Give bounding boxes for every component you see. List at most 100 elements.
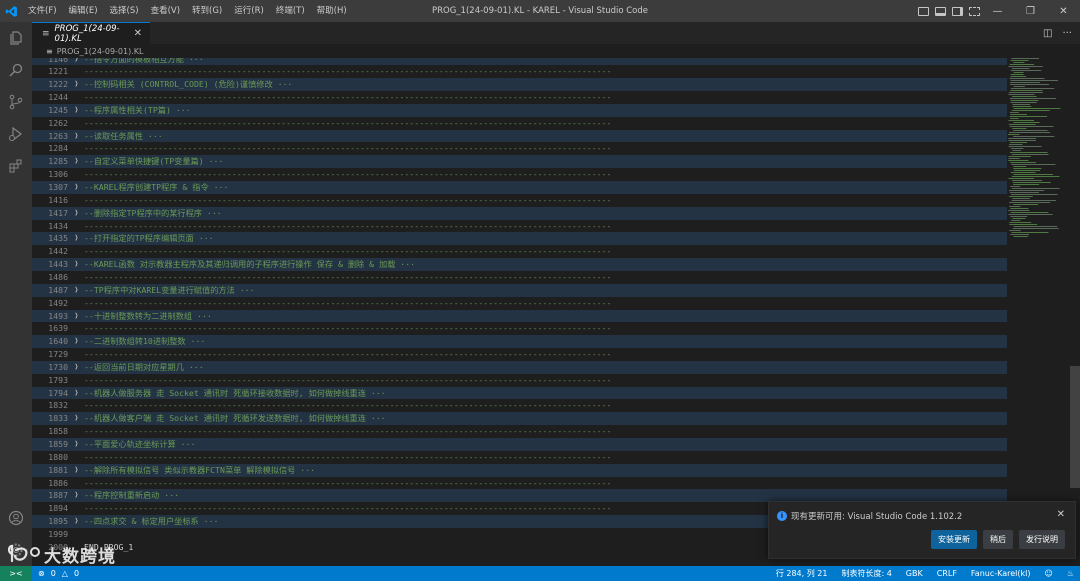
account-icon[interactable] [0, 502, 32, 534]
code-line[interactable]: 1416 ------------------------------------… [32, 194, 1007, 207]
fold-chevron-icon[interactable]: ❯ [75, 78, 78, 91]
fold-chevron-icon[interactable]: ❯ [75, 155, 78, 168]
scrollbar-thumb[interactable] [1070, 366, 1080, 488]
code-line[interactable]: 1307 ❯ --KAREL程序创建TP程序 & 指令 ··· [32, 181, 1007, 194]
restore-icon[interactable]: ❐ [1014, 0, 1047, 22]
code-line[interactable]: 1640 ❯ --二进制数组转10进制整数 ··· [32, 335, 1007, 349]
code-line[interactable]: 1443 ❯ --KAREL函数 对示教器主程序及其递归调用的子程序进行操作 保存 … [32, 258, 1007, 271]
code-line[interactable]: 1886 ------------------------------------… [32, 477, 1007, 490]
close-notification-icon[interactable]: ✕ [1057, 509, 1065, 520]
menu-item[interactable]: 查看(V) [145, 0, 186, 22]
breadcrumb-file[interactable]: PROG_1(24-09-01).KL [57, 47, 144, 56]
menu-item[interactable]: 选择(S) [104, 0, 145, 22]
menu-item[interactable]: 帮助(H) [311, 0, 353, 22]
release-notes-button[interactable]: 发行说明 [1019, 530, 1065, 549]
language-mode[interactable]: Fanuc-Karel(kl) [971, 569, 1031, 578]
encoding[interactable]: GBK [906, 569, 923, 578]
fold-chevron-icon[interactable]: ❯ [75, 130, 78, 143]
code-line[interactable]: 1435 ❯ --打开指定的TP程序编辑页面 ··· [32, 232, 1007, 246]
fold-chevron-icon[interactable]: ❯ [75, 412, 78, 425]
code-line[interactable]: 1729 ------------------------------------… [32, 348, 1007, 361]
code-line[interactable]: 1245 ❯ --程序属性相关(TP篇) ··· [32, 103, 1007, 117]
end-of-line[interactable]: CRLF [937, 569, 957, 578]
code-line[interactable]: 1434 ------------------------------------… [32, 220, 1007, 233]
line-number: 1221 [48, 66, 68, 77]
fold-chevron-icon[interactable]: ❯ [75, 335, 78, 348]
code-line[interactable]: 1492 ------------------------------------… [32, 297, 1007, 310]
menu-item[interactable]: 文件(F) [22, 0, 63, 22]
fold-chevron-icon[interactable]: ❯ [75, 207, 78, 220]
code-line[interactable]: 1881 ❯ --解除所有模拟信号 类似示教器FCTN菜单 解除模拟信号 ··· [32, 463, 1007, 477]
minimap[interactable] [1008, 58, 1064, 238]
fold-chevron-icon[interactable]: ❯ [75, 464, 78, 477]
code-line[interactable]: 1493 ❯ --十进制整数转为二进制数组 ··· [32, 309, 1007, 323]
code-line[interactable]: 1793 ------------------------------------… [32, 374, 1007, 387]
code-line[interactable]: 1730 ❯ --返回当前日期对应星期几 ··· [32, 360, 1007, 374]
code-line[interactable]: 1285 ❯ --自定义菜单快捷键(TP变量篇) ··· [32, 155, 1007, 169]
fold-chevron-icon[interactable]: ❯ [75, 489, 78, 502]
source-control-icon[interactable] [0, 86, 32, 118]
toggle-panel-icon[interactable] [935, 6, 946, 16]
code-line[interactable]: 1859 ❯ --平面爱心轨迹坐标计算 ··· [32, 438, 1007, 451]
code-line[interactable]: 1486 ------------------------------------… [32, 271, 1007, 284]
menu-item[interactable]: 编辑(E) [63, 0, 104, 22]
code-line[interactable]: 1487 ❯ --TP程序中对KAREL变量进行赋值的方法 ··· [32, 283, 1007, 297]
code-editor[interactable]: 1146 ❯ --指令方面的模板相互方能 ··· 1221 --------------… [32, 58, 1080, 566]
split-editor-icon[interactable]: ◫ [1043, 28, 1052, 39]
code-line[interactable]: 1244 ------------------------------------… [32, 91, 1007, 104]
fold-chevron-icon[interactable]: ❯ [75, 387, 78, 400]
fold-chevron-icon[interactable]: ❯ [75, 104, 78, 117]
remote-icon[interactable]: >< [0, 566, 32, 581]
explorer-icon[interactable] [0, 22, 32, 54]
code-line[interactable]: 1858 ------------------------------------… [32, 425, 1007, 438]
vertical-scrollbar[interactable] [1070, 58, 1080, 566]
extensions-icon[interactable] [0, 150, 32, 182]
menu-item[interactable]: 终端(T) [270, 0, 311, 22]
fold-chevron-icon[interactable]: ❯ [75, 58, 78, 65]
run-debug-icon[interactable] [0, 118, 32, 150]
customize-layout-icon[interactable] [969, 6, 980, 16]
fold-chevron-icon[interactable]: ❯ [75, 438, 78, 451]
minimize-icon[interactable]: — [981, 0, 1014, 22]
close-window-icon[interactable]: ✕ [1047, 0, 1080, 22]
fold-chevron-icon[interactable]: ❯ [75, 515, 78, 528]
code-line[interactable]: 1262 ------------------------------------… [32, 117, 1007, 130]
fold-chevron-icon[interactable]: ❯ [75, 181, 78, 194]
later-button[interactable]: 稍后 [983, 530, 1013, 549]
fold-chevron-icon[interactable]: ❯ [75, 361, 78, 374]
fold-chevron-icon[interactable]: ❯ [75, 258, 78, 271]
install-update-button[interactable]: 安装更新 [931, 530, 977, 549]
line-number: 1886 [48, 477, 68, 488]
code-line[interactable]: 1221 ------------------------------------… [32, 65, 1007, 78]
fold-chevron-icon[interactable]: ❯ [75, 284, 78, 297]
fold-chevron-icon[interactable]: ❯ [75, 232, 78, 245]
feedback-icon[interactable]: ☺ [1044, 569, 1052, 578]
code-line[interactable]: 1794 ❯ --机器人做服务器 走 Socket 通讯时 死循环接收数据时, 如何… [32, 386, 1007, 400]
folded-region-comment: --四点求交 & 标定用户坐标系 ··· [84, 516, 219, 527]
notifications-bell-icon[interactable]: ♨ [1067, 569, 1074, 578]
toggle-sidebar-icon[interactable] [918, 6, 929, 16]
code-line[interactable]: 1417 ❯ --删除指定TP程序中的某行程序 ··· [32, 206, 1007, 220]
cursor-position[interactable]: 行 284, 列 21 [776, 568, 828, 579]
code-line[interactable]: 1263 ❯ --读取任务属性 ··· [32, 129, 1007, 143]
code-line[interactable]: 1880 ------------------------------------… [32, 451, 1007, 464]
code-line[interactable]: 1442 ------------------------------------… [32, 245, 1007, 258]
code-line[interactable]: 1639 ------------------------------------… [32, 322, 1007, 335]
code-line[interactable]: 1306 ------------------------------------… [32, 168, 1007, 181]
tab-prog-1[interactable]: ≡ PROG_1(24-09-01).KL ✕ [32, 22, 150, 44]
toggle-secondary-sidebar-icon[interactable] [952, 6, 963, 16]
problems-indicator[interactable]: ⊗ 0 △ 0 [32, 569, 79, 578]
folded-region-comment: --程序控制重新启动 ··· [84, 490, 180, 501]
menu-item[interactable]: 运行(R) [228, 0, 270, 22]
more-actions-icon[interactable]: ··· [1062, 28, 1072, 39]
menu-item[interactable]: 转到(G) [186, 0, 228, 22]
indentation[interactable]: 制表符长度: 4 [841, 568, 891, 579]
code-line[interactable]: 1222 ❯ --控制码相关 (CONTROL_CODE) (危险)谨慎修改 ··· [32, 78, 1007, 92]
code-line[interactable]: 1146 ❯ --指令方面的模板相互方能 ··· [32, 58, 1007, 66]
code-line[interactable]: 1833 ❯ --机器人做客户端 走 Socket 通讯时 死循环发送数据时, 如何… [32, 412, 1007, 426]
fold-chevron-icon[interactable]: ❯ [75, 310, 78, 323]
code-line[interactable]: 1284 ------------------------------------… [32, 142, 1007, 155]
code-line[interactable]: 1832 ------------------------------------… [32, 399, 1007, 412]
search-icon[interactable] [0, 54, 32, 86]
close-tab-icon[interactable]: ✕ [134, 28, 142, 39]
